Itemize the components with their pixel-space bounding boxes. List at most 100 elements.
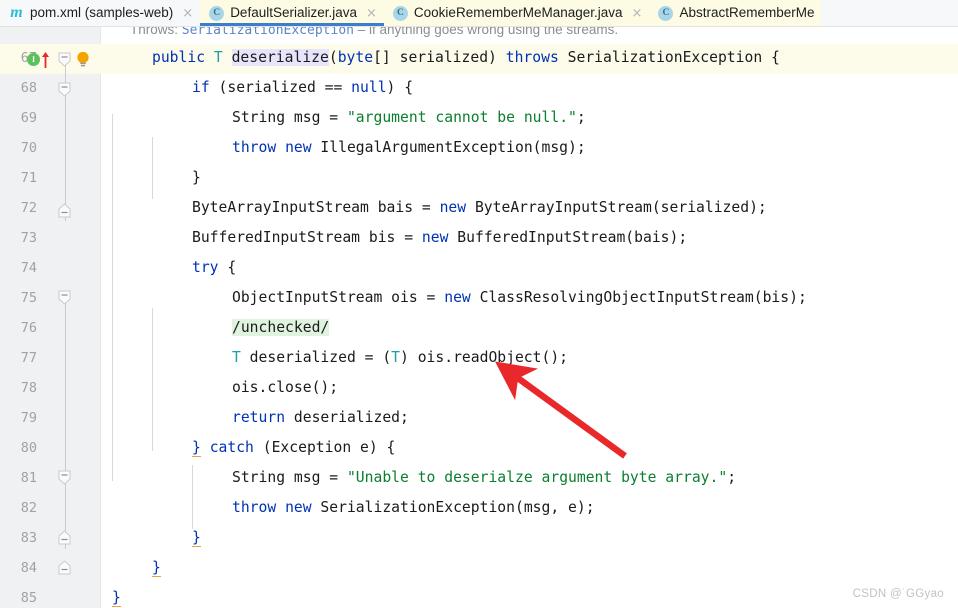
indent-guide: [152, 137, 153, 199]
indent-guide: [112, 114, 113, 481]
code-text[interactable]: try {: [192, 259, 236, 276]
code-text[interactable]: ObjectInputStream ois = new ClassResolvi…: [232, 289, 807, 306]
tab-default-serializer-java[interactable]: C DefaultSerializer.java ×: [200, 0, 384, 26]
token-plain: }: [192, 169, 201, 186]
code-line[interactable]: 76/unchecked/: [0, 314, 958, 344]
code-line[interactable]: 85}: [0, 584, 958, 608]
code-text[interactable]: if (serialized == null) {: [192, 79, 413, 96]
fold-expand-icon[interactable]: [58, 203, 71, 218]
java-class-icon: C: [392, 5, 408, 21]
token-brc: }: [152, 559, 161, 577]
close-icon[interactable]: ×: [632, 7, 643, 20]
code-line[interactable]: 67public T deserialize(byte[] serialized…: [0, 44, 958, 74]
intention-bulb-icon[interactable]: [76, 51, 90, 68]
line-number: 75: [20, 290, 37, 306]
code-text[interactable]: return deserialized;: [232, 409, 409, 426]
token-plain: BufferedInputStream(bais);: [448, 229, 688, 246]
code-text[interactable]: throw new IllegalArgumentException(msg);: [232, 139, 586, 156]
code-text[interactable]: BufferedInputStream bis = new BufferedIn…: [192, 229, 687, 246]
tab-pom-xml[interactable]: m pom.xml (samples-web) ×: [0, 0, 201, 26]
code-text[interactable]: }: [112, 589, 121, 607]
close-icon[interactable]: ×: [182, 7, 193, 20]
indent-guide: [152, 308, 153, 451]
token-plain: ObjectInputStream ois =: [232, 289, 445, 306]
code-text[interactable]: String msg = "Unable to deserialze argum…: [232, 469, 736, 486]
token-kw: new: [285, 139, 312, 156]
javadoc-throws-line: Throws: SerializationException – if anyt…: [0, 27, 958, 44]
token-plain: (Exception e) {: [253, 439, 396, 456]
token-str: "argument cannot be null.": [346, 109, 577, 126]
code-text[interactable]: } catch (Exception e) {: [192, 439, 396, 457]
code-line[interactable]: 77 T deserialized = (T) ois.readObject();: [0, 344, 958, 374]
code-text[interactable]: /unchecked/: [232, 319, 330, 336]
code-line[interactable]: 72 ByteArrayInputStream bais = new ByteAr…: [0, 194, 958, 224]
java-class-icon: C: [658, 5, 674, 21]
code-line[interactable]: 75 ObjectInputStream ois = new ClassResol…: [0, 284, 958, 314]
fold-collapse-icon[interactable]: [58, 470, 71, 485]
overriding-method-arrow-icon[interactable]: [41, 51, 50, 68]
token-kw: catch: [209, 439, 254, 456]
code-text[interactable]: ByteArrayInputStream bais = new ByteArra…: [192, 199, 767, 216]
code-line[interactable]: 80} catch (Exception e) {: [0, 434, 958, 464]
code-line[interactable]: 78 ois.close();: [0, 374, 958, 404]
tab-label: pom.xml (samples-web): [30, 5, 174, 21]
code-text[interactable]: String msg = "argument cannot be null.";: [232, 109, 586, 126]
java-class-icon: C: [209, 5, 225, 21]
close-icon[interactable]: ×: [366, 7, 377, 20]
token-plain: (serialized ==: [209, 79, 352, 96]
fold-collapse-icon[interactable]: [58, 82, 71, 97]
line-number: 78: [20, 380, 37, 396]
code-text[interactable]: public T deserialize(byte[] serialized) …: [152, 49, 780, 66]
token-plain: ;: [727, 469, 737, 486]
code-line[interactable]: 68 if (serialized == null) {: [0, 74, 958, 104]
code-line[interactable]: 69 String msg = "argument cannot be null.…: [0, 104, 958, 134]
code-line[interactable]: 82 throw new SerializationException(msg, …: [0, 494, 958, 524]
implementing-method-icon[interactable]: I: [27, 53, 40, 66]
code-text[interactable]: ois.close();: [232, 379, 338, 396]
token-kw: throw: [232, 499, 277, 516]
fold-collapse-icon[interactable]: [58, 52, 71, 67]
token-plain: [] serialized): [373, 49, 506, 66]
fold-collapse-icon[interactable]: [58, 290, 71, 305]
token-kw: new: [285, 499, 312, 516]
editor-tab-bar: m pom.xml (samples-web) × C DefaultSeria…: [0, 0, 958, 27]
token-plain: {: [218, 259, 237, 276]
tab-abstract-remember-me[interactable]: C AbstractRememberMe: [649, 0, 822, 26]
code-line[interactable]: 81 String msg = "Unable to deserialze arg…: [0, 464, 958, 494]
token-plain: IllegalArgumentException(msg);: [311, 139, 586, 156]
tab-cookie-remember-me-manager-java[interactable]: C CookieRememberMeManager.java ×: [383, 0, 650, 26]
fold-region-line: [64, 299, 66, 549]
code-line[interactable]: 73 BufferedInputStream bis = new Buffered…: [0, 224, 958, 254]
line-number: 73: [20, 230, 37, 246]
code-line[interactable]: 84}: [0, 554, 958, 584]
token-plain: deserialized;: [285, 409, 409, 426]
code-line[interactable]: 83}: [0, 524, 958, 554]
token-kw: public: [152, 49, 206, 66]
code-lines-container[interactable]: 67public T deserialize(byte[] serialized…: [0, 44, 958, 608]
code-line[interactable]: 74 try {: [0, 254, 958, 284]
token-plain: SerializationException(msg, e);: [311, 499, 595, 516]
fold-expand-icon[interactable]: [58, 530, 71, 545]
token-kw: try: [192, 259, 219, 276]
line-number: 85: [20, 590, 37, 606]
token-typ: T: [232, 349, 241, 366]
code-text[interactable]: }: [152, 559, 161, 577]
code-line[interactable]: 70 throw new IllegalArgumentException(msg…: [0, 134, 958, 164]
fold-expand-icon[interactable]: [58, 560, 71, 575]
code-text[interactable]: throw new SerializationException(msg, e)…: [232, 499, 595, 516]
tab-label: CookieRememberMeManager.java: [413, 5, 623, 21]
token-plain: (: [328, 49, 338, 66]
code-line[interactable]: 79 return deserialized;: [0, 404, 958, 434]
token-kw: throws: [505, 49, 559, 66]
token-plain: ByteArrayInputStream(serialized);: [466, 199, 767, 216]
indent-guide: [192, 465, 193, 529]
token-plain: ) {: [386, 79, 414, 96]
code-line[interactable]: 71}: [0, 164, 958, 194]
code-text[interactable]: }: [192, 529, 201, 547]
code-editor[interactable]: Throws: SerializationException – if anyt…: [0, 27, 958, 608]
code-text[interactable]: T deserialized = (T) ois.readObject();: [232, 349, 568, 366]
line-number: 83: [20, 530, 37, 546]
code-text[interactable]: }: [192, 169, 201, 186]
